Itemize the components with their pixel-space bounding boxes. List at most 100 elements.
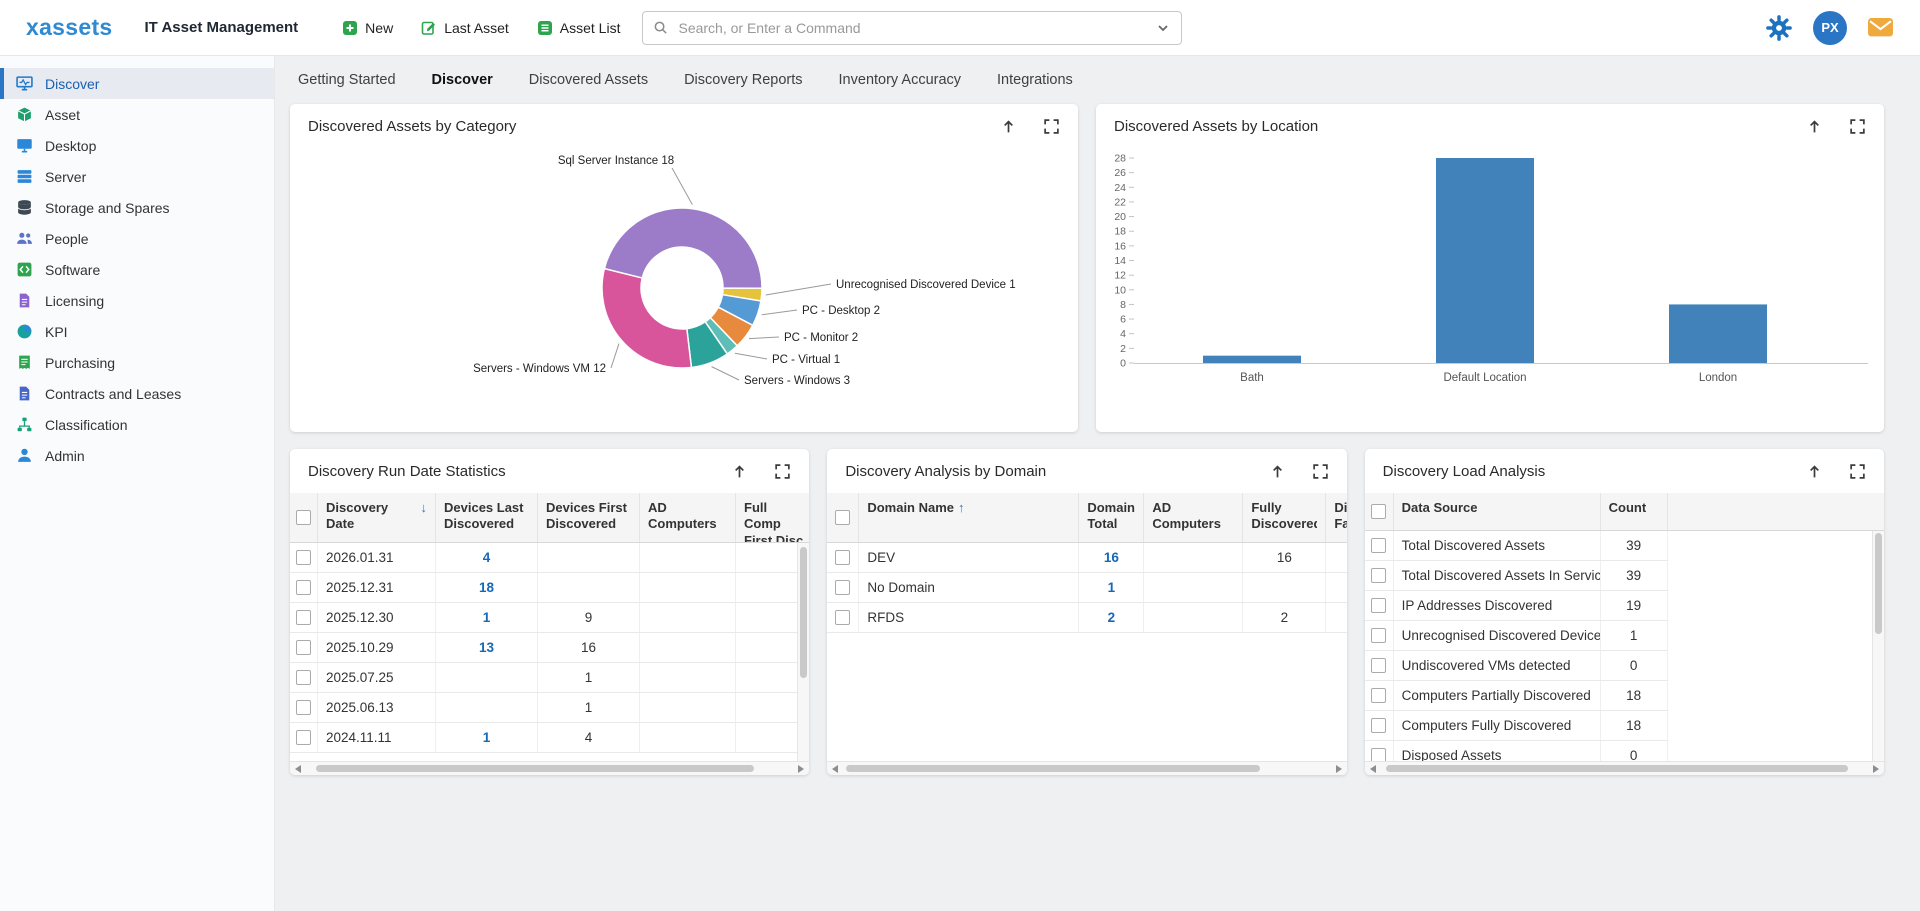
sidebar-item-storage-and-spares[interactable]: Storage and Spares <box>0 192 274 223</box>
arrow-up-icon[interactable] <box>1000 118 1017 135</box>
scroll-right-arrow[interactable] <box>1331 762 1347 775</box>
expand-icon[interactable] <box>774 463 791 480</box>
sidebar-item-asset[interactable]: Asset <box>0 99 274 130</box>
row-checkbox[interactable] <box>1371 688 1386 703</box>
drilldown-link[interactable]: 2 <box>1108 610 1116 625</box>
arrow-up-icon[interactable] <box>1806 463 1823 480</box>
column-header-domain-total[interactable]: Domain Total <box>1079 493 1144 542</box>
row-checkbox[interactable] <box>1371 538 1386 553</box>
table-row[interactable]: 2025.06.131 <box>290 693 809 723</box>
drilldown-link[interactable]: 18 <box>479 580 494 595</box>
mail-icon[interactable] <box>1867 17 1894 38</box>
search-box[interactable] <box>642 11 1182 45</box>
table-row[interactable]: IP Addresses Discovered19 <box>1365 591 1668 621</box>
column-header-devices-first-discovered[interactable]: Devices First Discovered <box>538 493 640 542</box>
sidebar-item-admin[interactable]: Admin <box>0 440 274 471</box>
column-header-dis-fail[interactable]: Dis Fail <box>1326 493 1346 542</box>
table-row[interactable]: Total Discovered Assets In Service39 <box>1365 561 1668 591</box>
select-all-checkbox[interactable] <box>835 510 850 525</box>
vertical-scrollbar[interactable] <box>797 543 809 761</box>
app-logo[interactable]: xassets <box>26 14 113 41</box>
tab-integrations[interactable]: Integrations <box>997 72 1073 88</box>
table-row[interactable]: 2025.10.291316 <box>290 633 809 663</box>
sidebar-item-classification[interactable]: Classification <box>0 409 274 440</box>
row-checkbox[interactable] <box>1371 568 1386 583</box>
row-checkbox[interactable] <box>296 580 311 595</box>
table-row[interactable]: No Domain1 <box>827 573 1346 603</box>
table-row[interactable]: Computers Fully Discovered18 <box>1365 711 1668 741</box>
select-all-checkbox[interactable] <box>296 510 311 525</box>
scrollbar-thumb[interactable] <box>846 765 1260 772</box>
sidebar-item-contracts-and-leases[interactable]: Contracts and Leases <box>0 378 274 409</box>
row-checkbox[interactable] <box>296 700 311 715</box>
expand-icon[interactable] <box>1849 118 1866 135</box>
table-row[interactable]: Disposed Assets0 <box>1365 741 1668 761</box>
column-header-discovery-date[interactable]: Discovery Date↓ <box>318 493 436 542</box>
sidebar-item-discover[interactable]: Discover <box>0 68 274 99</box>
scroll-left-arrow[interactable] <box>827 762 843 775</box>
tab-discover[interactable]: Discover <box>432 72 493 88</box>
expand-icon[interactable] <box>1312 463 1329 480</box>
table-row[interactable]: 2025.07.251 <box>290 663 809 693</box>
table-row[interactable]: 2025.12.3118 <box>290 573 809 603</box>
horizontal-scrollbar[interactable] <box>290 761 809 775</box>
table-row[interactable]: Unrecognised Discovered Devices1 <box>1365 621 1668 651</box>
scrollbar-thumb[interactable] <box>800 547 807 678</box>
chevron-down-icon[interactable] <box>1155 20 1171 36</box>
table-row[interactable]: 2024.11.1114 <box>290 723 809 753</box>
arrow-up-icon[interactable] <box>1269 463 1286 480</box>
row-checkbox[interactable] <box>1371 748 1386 761</box>
row-checkbox[interactable] <box>296 640 311 655</box>
scroll-right-arrow[interactable] <box>1868 762 1884 775</box>
table-row[interactable]: RFDS22 <box>827 603 1346 633</box>
tab-discovery-reports[interactable]: Discovery Reports <box>684 72 802 88</box>
sidebar-item-kpi[interactable]: KPI <box>0 316 274 347</box>
drilldown-link[interactable]: 4 <box>483 550 491 565</box>
arrow-up-icon[interactable] <box>731 463 748 480</box>
column-header-full-comp-first-disc[interactable]: Full Comp First Disc <box>736 493 809 542</box>
horizontal-scrollbar[interactable] <box>1365 761 1884 775</box>
column-header-data-source[interactable]: Data Source <box>1394 493 1601 530</box>
column-header-count[interactable]: Count <box>1601 493 1668 530</box>
toolbar-button-last-asset[interactable]: Last Asset <box>421 20 509 36</box>
sidebar-item-people[interactable]: People <box>0 223 274 254</box>
drilldown-link[interactable]: 13 <box>479 640 494 655</box>
table-row[interactable]: Total Discovered Assets39 <box>1365 531 1668 561</box>
row-checkbox[interactable] <box>835 550 850 565</box>
row-checkbox[interactable] <box>1371 718 1386 733</box>
column-header-devices-last-discovered[interactable]: Devices Last Discovered <box>436 493 538 542</box>
horizontal-scrollbar[interactable] <box>827 761 1346 775</box>
drilldown-link[interactable]: 1 <box>1108 580 1116 595</box>
user-avatar[interactable]: PX <box>1813 11 1847 45</box>
tab-getting-started[interactable]: Getting Started <box>298 72 396 88</box>
settings-gear-icon[interactable] <box>1765 14 1793 42</box>
vertical-scrollbar[interactable] <box>1872 531 1884 761</box>
table-row[interactable]: Computers Partially Discovered18 <box>1365 681 1668 711</box>
search-input[interactable] <box>676 19 1147 37</box>
expand-icon[interactable] <box>1849 463 1866 480</box>
sidebar-item-purchasing[interactable]: Purchasing <box>0 347 274 378</box>
drilldown-link[interactable]: 1 <box>483 730 491 745</box>
table-row[interactable]: 2025.12.3019 <box>290 603 809 633</box>
table-row[interactable]: 2026.01.314 <box>290 543 809 573</box>
row-checkbox[interactable] <box>835 610 850 625</box>
sidebar-item-desktop[interactable]: Desktop <box>0 130 274 161</box>
column-header-ad-computers[interactable]: AD Computers <box>640 493 736 542</box>
column-header-ad-computers[interactable]: AD Computers <box>1144 493 1243 542</box>
drilldown-link[interactable]: 1 <box>483 610 491 625</box>
tab-inventory-accuracy[interactable]: Inventory Accuracy <box>839 72 962 88</box>
row-checkbox[interactable] <box>296 610 311 625</box>
sidebar-item-licensing[interactable]: Licensing <box>0 285 274 316</box>
column-header-domain-name[interactable]: Domain Name↑ <box>859 493 1079 542</box>
arrow-up-icon[interactable] <box>1806 118 1823 135</box>
row-checkbox[interactable] <box>1371 628 1386 643</box>
scroll-right-arrow[interactable] <box>793 762 809 775</box>
scrollbar-thumb[interactable] <box>1875 533 1882 634</box>
row-checkbox[interactable] <box>1371 658 1386 673</box>
toolbar-button-asset-list[interactable]: Asset List <box>537 20 621 36</box>
drilldown-link[interactable]: 16 <box>1104 550 1119 565</box>
select-all-checkbox[interactable] <box>1371 504 1386 519</box>
table-row[interactable]: DEV1616 <box>827 543 1346 573</box>
row-checkbox[interactable] <box>1371 598 1386 613</box>
sidebar-item-software[interactable]: Software <box>0 254 274 285</box>
